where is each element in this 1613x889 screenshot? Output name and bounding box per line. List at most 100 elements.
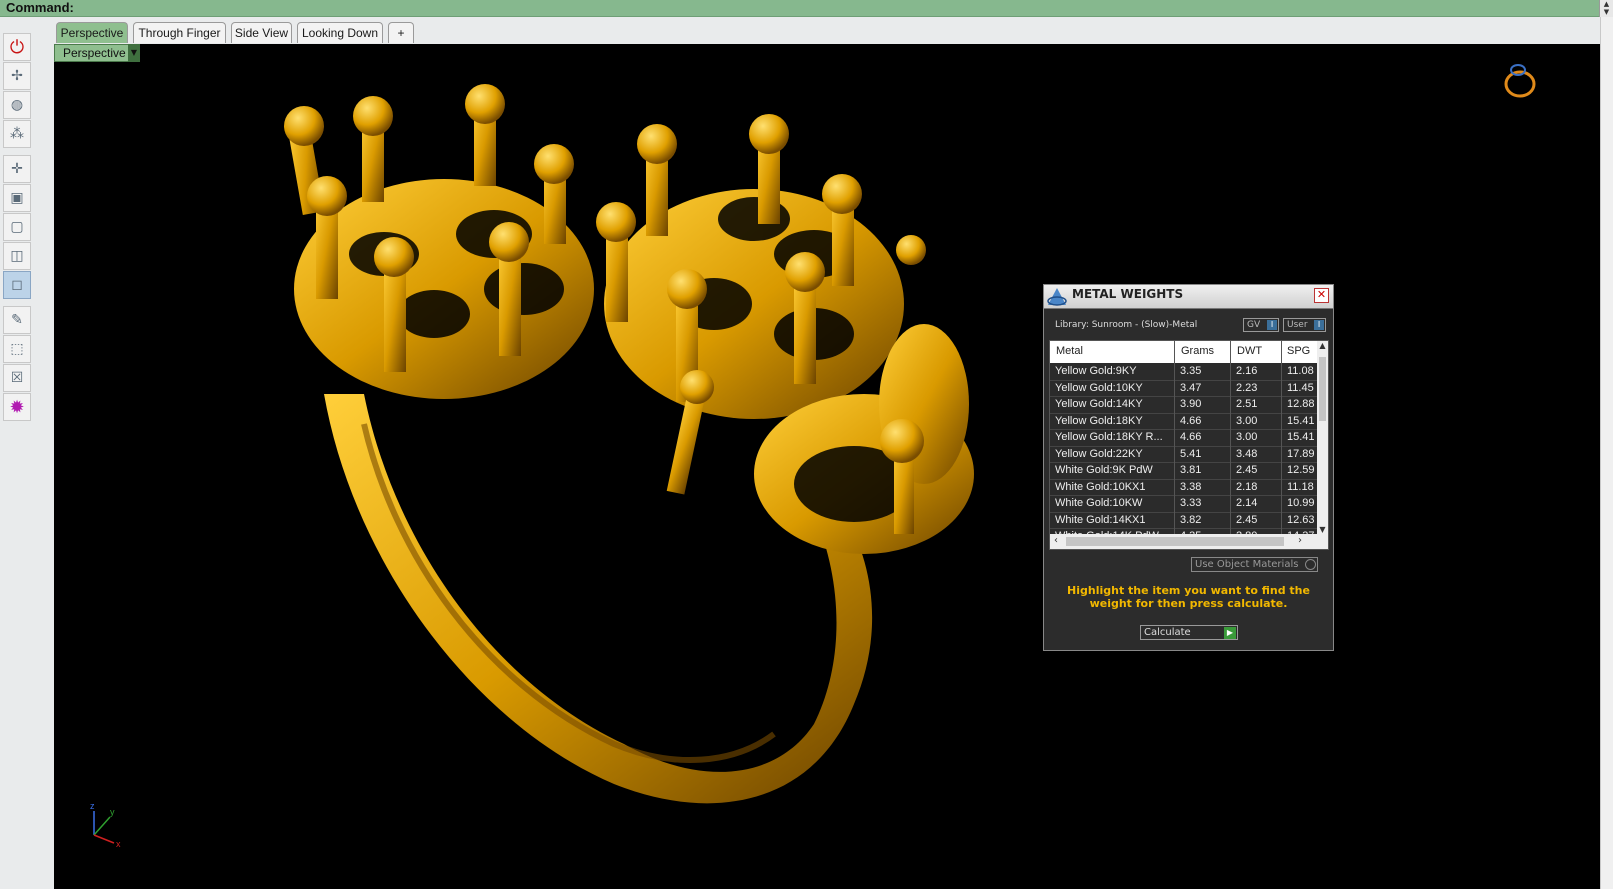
cube-wire-icon[interactable]: ▢ (3, 213, 31, 241)
cell-spg: 11.45 (1287, 381, 1314, 394)
add-tab-button[interactable]: + (388, 22, 414, 43)
scroll-up-icon[interactable]: ▲ (1600, 0, 1613, 8)
cell-grams: 3.82 (1180, 513, 1202, 526)
user-button[interactable]: User I (1283, 318, 1326, 332)
perspective-viewport[interactable]: Perspective ▼ z y x (54, 44, 1600, 889)
cell-metal: White Gold:9K PdW (1055, 464, 1153, 476)
table-row[interactable]: White Gold:10KW 3.33 2.14 10.99 (1050, 496, 1318, 513)
use-object-materials-label: Use Object Materials (1195, 559, 1299, 570)
column-divider (1281, 341, 1282, 534)
gear-icon[interactable]: ✹ (3, 393, 31, 421)
cell-dwt: 2.51 (1236, 398, 1258, 410)
chevron-down-icon[interactable]: ▼ (128, 44, 140, 62)
column-grams[interactable]: Grams (1181, 345, 1214, 357)
tab-looking-down[interactable]: Looking Down (297, 22, 383, 43)
play-icon: ▶ (1224, 627, 1236, 639)
scroll-down-icon[interactable]: ▼ (1600, 8, 1613, 16)
calculate-label: Calculate (1144, 627, 1191, 638)
axis-z-label: z (90, 801, 95, 811)
cell-spg: 11.08 (1287, 365, 1314, 377)
cell-metal: Yellow Gold:22KY (1055, 447, 1143, 460)
cell-spg: 17.89 (1287, 447, 1315, 460)
table-vertical-scrollbar[interactable]: ▲ ▼ (1317, 341, 1328, 534)
table-row[interactable]: White Gold:14KX1 3.82 2.45 12.63 (1050, 513, 1318, 529)
cell-dwt: 3.48 (1236, 447, 1258, 460)
user-label: User (1287, 320, 1308, 330)
cell-dwt: 2.18 (1236, 480, 1258, 493)
panel-titlebar[interactable]: METAL WEIGHTS ✕ (1044, 285, 1333, 309)
eyedropper-icon[interactable]: ✎ (3, 306, 31, 334)
chevron-left-icon[interactable]: ‹ (1054, 535, 1058, 546)
cell-grams: 4.66 (1180, 414, 1202, 427)
use-object-materials-toggle[interactable]: Use Object Materials (1191, 557, 1318, 572)
calculate-button[interactable]: Calculate ▶ (1140, 625, 1238, 640)
cell-grams: 4.66 (1180, 431, 1202, 443)
close-box-icon[interactable]: ☒ (3, 364, 31, 392)
table-header: Metal Grams DWT SPG (1050, 341, 1318, 363)
table-row[interactable]: White Gold:9K PdW 3.81 2.45 12.59 (1050, 463, 1318, 480)
cell-dwt: 2.14 (1236, 497, 1258, 509)
table-row[interactable]: Yellow Gold:10KY 3.47 2.23 11.45 (1050, 381, 1318, 397)
cell-metal: White Gold:14KX1 (1055, 513, 1146, 526)
column-dwt[interactable]: DWT (1237, 345, 1262, 357)
axis-arrows-icon[interactable]: ✢ (3, 62, 31, 90)
gv-button[interactable]: GV I (1243, 318, 1279, 332)
axis-y-label: y (110, 807, 115, 817)
scroll-thumb[interactable] (1066, 537, 1284, 546)
cell-spg: 10.99 (1287, 497, 1315, 509)
info-icon: I (1267, 320, 1277, 330)
move-axes-icon[interactable]: ✛ (3, 155, 31, 183)
power-icon[interactable]: ⏻ (3, 33, 31, 61)
cell-grams: 3.90 (1180, 398, 1202, 410)
gv-label: GV (1247, 320, 1261, 330)
cell-spg: 15.41 (1287, 431, 1315, 443)
cell-metal: Yellow Gold:14KY (1055, 398, 1143, 410)
cube-selected-icon[interactable]: ◻ (3, 271, 31, 299)
cell-grams: 5.41 (1180, 447, 1202, 460)
tab-side-view[interactable]: Side View (231, 22, 292, 43)
cell-spg: 12.63 (1287, 513, 1315, 526)
table-row[interactable]: Yellow Gold:18KY R... 4.66 3.00 15.41 (1050, 430, 1318, 447)
tab-perspective[interactable]: Perspective (56, 22, 128, 43)
cell-metal: White Gold:10KX1 (1055, 480, 1146, 493)
radio-icon (1305, 559, 1316, 570)
cell-dwt: 2.16 (1236, 365, 1258, 377)
command-bar[interactable]: Command: (0, 0, 1600, 17)
viewport-label[interactable]: Perspective (54, 44, 138, 62)
table-horizontal-scrollbar[interactable]: ‹ › (1050, 534, 1328, 549)
command-scroll[interactable]: ▲ ▼ (1599, 0, 1613, 17)
table-row[interactable]: White Gold:10KX1 3.38 2.18 11.18 (1050, 480, 1318, 496)
tab-through-finger[interactable]: Through Finger (133, 22, 226, 43)
cell-grams: 3.81 (1180, 464, 1202, 476)
globe-icon[interactable]: ◍ (3, 91, 31, 119)
ring-navigator-icon[interactable] (1496, 58, 1540, 102)
instruction-text: Highlight the item you want to find the … (1067, 584, 1310, 610)
cell-metal: Yellow Gold:18KY R... (1055, 431, 1163, 443)
cell-grams: 3.35 (1180, 365, 1202, 377)
chevron-right-icon[interactable]: › (1298, 535, 1302, 546)
table-row[interactable]: Yellow Gold:14KY 3.90 2.51 12.88 (1050, 397, 1318, 414)
cube-shaded-icon[interactable]: ▣ (3, 184, 31, 212)
column-spg[interactable]: SPG (1287, 345, 1310, 357)
cell-spg: 11.18 (1287, 480, 1314, 493)
table-row[interactable]: Yellow Gold:18KY 4.66 3.00 15.41 (1050, 414, 1318, 430)
column-metal[interactable]: Metal (1056, 345, 1083, 357)
table-row[interactable]: Yellow Gold:9KY 3.35 2.16 11.08 (1050, 364, 1318, 381)
app-logo-icon (1047, 288, 1067, 306)
metal-table[interactable]: Metal Grams DWT SPG Yellow Gold:9KY 3.35 2… (1049, 340, 1329, 550)
cell-dwt: 2.45 (1236, 513, 1258, 526)
chevron-up-icon[interactable]: ▲ (1317, 341, 1328, 350)
cell-spg: 12.88 (1287, 398, 1315, 410)
cell-spg: 15.41 (1287, 414, 1315, 427)
cell-grams: 3.47 (1180, 381, 1202, 394)
cell-dwt: 2.23 (1236, 381, 1258, 394)
node-icon[interactable]: ⁂ (3, 120, 31, 148)
info-icon: I (1314, 320, 1324, 330)
close-icon[interactable]: ✕ (1314, 288, 1329, 303)
chevron-down-icon[interactable]: ▼ (1317, 525, 1328, 534)
paint-icon[interactable]: ⬚ (3, 335, 31, 363)
cube-ghost-icon[interactable]: ◫ (3, 242, 31, 270)
cell-metal: Yellow Gold:9KY (1055, 365, 1137, 377)
table-row[interactable]: Yellow Gold:22KY 5.41 3.48 17.89 (1050, 447, 1318, 463)
scroll-thumb[interactable] (1319, 357, 1326, 421)
